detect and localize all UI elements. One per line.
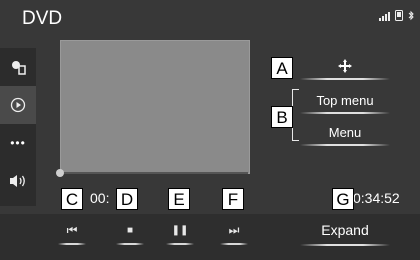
callout-a: A <box>271 57 293 79</box>
remaining-time: 0:34:52 <box>353 190 400 206</box>
menu-underline <box>300 144 390 146</box>
elapsed-time: 00: <box>90 190 110 206</box>
more-icon: ••• <box>10 136 26 150</box>
stop-underline <box>116 243 144 245</box>
signal-icon <box>379 12 390 21</box>
menu-button[interactable]: Menu <box>296 118 394 146</box>
top-menu-label: Top menu <box>316 92 374 108</box>
move-icon <box>338 59 352 73</box>
expand-underline <box>300 244 390 246</box>
skip-back-button[interactable]: ⏮ <box>52 218 92 245</box>
pause-underline <box>166 243 194 245</box>
play-circle-icon <box>10 97 26 113</box>
pause-icon: ❚❚ <box>171 224 189 236</box>
move-button-underline <box>300 78 390 80</box>
callout-f: F <box>222 188 244 210</box>
stop-button[interactable]: ■ <box>110 218 150 245</box>
callout-d: D <box>116 188 138 210</box>
volume-icon <box>10 175 25 187</box>
expand-label: Expand <box>321 222 369 238</box>
top-menu-underline <box>300 112 390 114</box>
callout-c: C <box>61 188 83 210</box>
callout-bracket <box>292 89 299 141</box>
move-menu-button[interactable] <box>296 52 394 80</box>
phone-icon <box>395 10 403 21</box>
page-title: DVD <box>22 8 63 29</box>
bluetooth-icon <box>408 10 414 21</box>
more-button[interactable]: ••• <box>0 124 36 162</box>
sidebar: ••• <box>0 48 36 206</box>
status-bar <box>379 10 414 21</box>
seek-bar[interactable] <box>60 172 248 174</box>
stop-icon: ■ <box>126 224 134 236</box>
menu-label: Menu <box>328 124 362 140</box>
play-mode-button[interactable] <box>0 86 36 124</box>
skip-forward-icon: ⏭ <box>228 222 240 237</box>
source-settings-button[interactable] <box>0 48 36 86</box>
expand-button[interactable]: Expand <box>296 216 394 246</box>
dvd-screen: DVD ••• Top menu Menu 00: 0:34:52 ⏮ ■ ❚❚… <box>0 0 420 260</box>
top-menu-button[interactable]: Top menu <box>296 86 394 114</box>
callout-g: G <box>332 188 354 210</box>
skip-forward-underline <box>220 243 248 245</box>
callout-e: E <box>168 188 190 210</box>
pause-button[interactable]: ❚❚ <box>160 218 200 245</box>
video-area[interactable] <box>60 40 250 174</box>
seek-knob[interactable] <box>56 169 64 177</box>
callout-b: B <box>271 106 293 128</box>
source-settings-icon <box>12 61 26 75</box>
skip-back-icon: ⏮ <box>66 222 78 237</box>
skip-forward-button[interactable]: ⏭ <box>214 218 254 245</box>
volume-button[interactable] <box>0 162 36 200</box>
skip-back-underline <box>58 243 86 245</box>
